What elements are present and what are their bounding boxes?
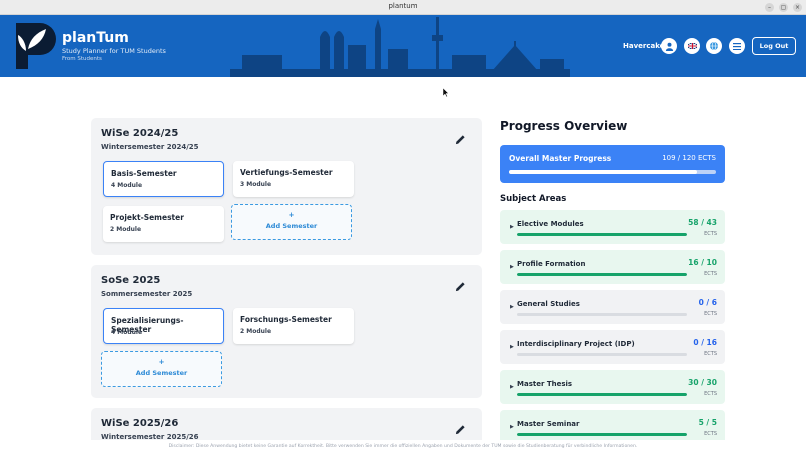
subject-area-name: Interdisciplinary Project (IDP) [517, 340, 635, 348]
subject-area-value: 0 / 6 [698, 298, 717, 307]
add-semester-button[interactable]: + Add Semester [101, 351, 222, 387]
subject-area-value: 30 / 30 [688, 378, 717, 387]
expand-arrow-icon[interactable]: ▶ [510, 224, 514, 230]
expand-arrow-icon[interactable]: ▶ [510, 384, 514, 390]
subject-area-progress-bar [517, 433, 687, 436]
subject-area-progress-fill [517, 393, 687, 396]
overall-progress-fill [509, 170, 697, 174]
uk-flag-icon[interactable] [684, 38, 700, 54]
subject-area-row[interactable]: ▶ General Studies 0 / 6 ECTS [500, 290, 725, 324]
semester-title: WiSe 2025/26 [101, 418, 179, 429]
edit-pencil-icon[interactable] [455, 424, 466, 435]
semester-card: WiSe 2024/25 Wintersemester 2024/25 Basi… [91, 118, 482, 255]
window-titlebar: plantum – ▢ × [0, 0, 806, 15]
subject-area-unit: ECTS [704, 231, 717, 237]
semester-title: SoSe 2025 [101, 275, 161, 286]
subject-area-name: Profile Formation [517, 260, 586, 268]
plus-icon: + [158, 358, 165, 366]
add-semester-label: Add Semester [265, 222, 318, 230]
munich-skyline-icon [230, 17, 570, 77]
overall-progress-label: Overall Master Progress [509, 154, 612, 163]
semester-title: WiSe 2024/25 [101, 128, 179, 139]
module-name: Forschungs-Semester [240, 315, 332, 324]
semester-module-card[interactable]: Basis-Semester 4 Module [103, 161, 224, 197]
globe-icon[interactable] [706, 38, 722, 54]
subject-area-unit: ECTS [704, 271, 717, 277]
overall-progress-value: 109 / 120 ECTS [662, 154, 716, 162]
subject-area-row[interactable]: ▶ Elective Modules 58 / 43 ECTS [500, 210, 725, 244]
subject-area-name: Master Seminar [517, 420, 580, 428]
subject-area-progress-fill [517, 273, 687, 276]
app-header: planTum Study Planner for TUM Students F… [0, 15, 806, 77]
subject-area-row[interactable]: ▶ Master Thesis 30 / 30 ECTS [500, 370, 725, 404]
semester-subtitle: Sommersemester 2025 [101, 290, 193, 298]
expand-arrow-icon[interactable]: ▶ [510, 344, 514, 350]
module-count: 4 Module [111, 182, 143, 189]
add-semester-label: Add Semester [135, 369, 188, 377]
subject-area-name: General Studies [517, 300, 580, 308]
semester-card: SoSe 2025 Sommersemester 2025 Spezialisi… [91, 265, 482, 398]
overall-progress-bar [509, 170, 716, 174]
subject-area-row[interactable]: ▶ Master Seminar 5 / 5 ECTS [500, 410, 725, 444]
semester-subtitle: Wintersemester 2024/25 [101, 143, 199, 151]
subject-area-value: 5 / 5 [698, 418, 717, 427]
subject-area-progress-fill [517, 433, 687, 436]
module-count: 2 Module [110, 226, 142, 233]
plantum-logo-icon [16, 23, 56, 69]
module-count: 4 Module [111, 329, 143, 336]
footer: Disclaimer: Diese Anwendung bietet keine… [0, 440, 806, 455]
expand-arrow-icon[interactable]: ▶ [510, 424, 514, 430]
plus-icon: + [288, 211, 295, 219]
semester-module-card[interactable]: Vertiefungs-Semester 3 Module [233, 161, 354, 197]
overall-progress-card: Overall Master Progress 109 / 120 ECTS [500, 145, 725, 183]
edit-pencil-icon[interactable] [455, 281, 466, 292]
close-icon[interactable]: × [793, 3, 802, 12]
subject-area-value: 0 / 16 [693, 338, 717, 347]
subject-areas-title: Subject Areas [500, 194, 567, 204]
progress-overview-title: Progress Overview [500, 119, 628, 133]
subject-area-unit: ECTS [704, 391, 717, 397]
username-label: Havercake [623, 42, 665, 50]
subject-area-progress-fill [517, 233, 687, 236]
expand-arrow-icon[interactable]: ▶ [510, 304, 514, 310]
subject-area-unit: ECTS [704, 311, 717, 317]
app-title: planTum [62, 30, 129, 46]
maximize-icon[interactable]: ▢ [779, 3, 788, 12]
add-semester-button[interactable]: + Add Semester [231, 204, 352, 240]
user-icon[interactable] [661, 38, 677, 54]
subject-area-progress-bar [517, 233, 687, 236]
subject-area-unit: ECTS [704, 351, 717, 357]
expand-arrow-icon[interactable]: ▶ [510, 264, 514, 270]
semester-module-card[interactable]: Forschungs-Semester 2 Module [233, 308, 354, 344]
logout-button[interactable]: Log Out [752, 37, 796, 55]
minimize-icon[interactable]: – [765, 3, 774, 12]
menu-icon[interactable] [729, 38, 745, 54]
subject-area-value: 16 / 10 [688, 258, 717, 267]
module-name: Vertiefungs-Semester [240, 168, 333, 177]
subject-area-name: Elective Modules [517, 220, 584, 228]
module-name: Projekt-Semester [110, 213, 184, 222]
window-title: plantum [388, 2, 418, 10]
subject-area-unit: ECTS [704, 431, 717, 437]
disclaimer-text: Disclaimer: Diese Anwendung bietet keine… [168, 444, 638, 449]
subject-area-row[interactable]: ▶ Profile Formation 16 / 10 ECTS [500, 250, 725, 284]
app-subtitle: Study Planner for TUM Students [62, 47, 166, 55]
module-name: Basis-Semester [111, 169, 177, 178]
subject-area-progress-bar [517, 393, 687, 396]
subject-area-value: 58 / 43 [688, 218, 717, 227]
edit-pencil-icon[interactable] [455, 134, 466, 145]
app-from: From Students [62, 56, 102, 62]
mouse-cursor-icon [443, 88, 449, 97]
subject-area-progress-bar [517, 313, 687, 316]
module-count: 2 Module [240, 328, 272, 335]
subject-area-name: Master Thesis [517, 380, 573, 388]
semester-module-card[interactable]: Spezialisierungs-Semester 4 Module [103, 308, 224, 344]
subject-area-progress-bar [517, 353, 687, 356]
module-count: 3 Module [240, 181, 272, 188]
semester-module-card[interactable]: Projekt-Semester 2 Module [103, 206, 224, 242]
subject-area-progress-bar [517, 273, 687, 276]
subject-area-row[interactable]: ▶ Interdisciplinary Project (IDP) 0 / 16 EC… [500, 330, 725, 364]
